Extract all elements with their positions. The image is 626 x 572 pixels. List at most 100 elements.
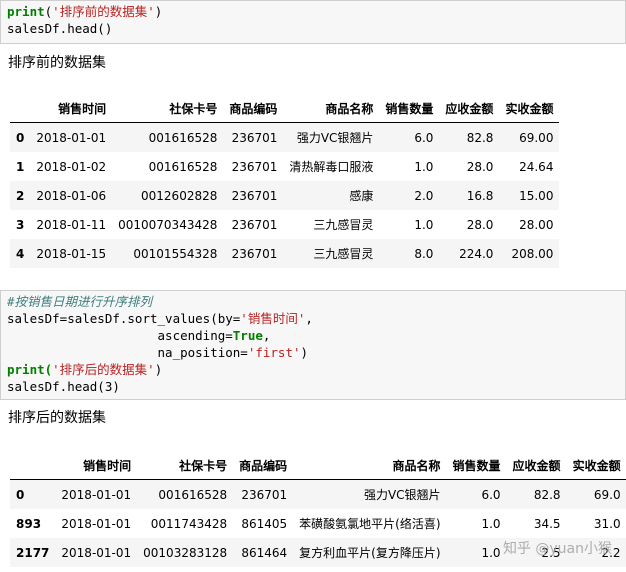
table-cell: 82.8 xyxy=(466,130,494,145)
table-cell: 69.00 xyxy=(519,130,554,145)
table-cell: 苯磺酸氨氯地平片(络活喜) xyxy=(299,517,441,531)
watermark: 知乎 @yuan小猴 xyxy=(502,541,612,557)
code-cell-2[interactable]: #按销售日期进行升序排列 salesDf=salesDf.sort_values… xyxy=(0,290,626,400)
table-row: 1 2018-01-02 001616528 236701 清热解毒口服液 1.0 28.0… xyxy=(10,152,559,181)
row-index: 2 xyxy=(16,188,25,203)
table-row: 0 2018-01-01 001616528 236701 强力VC银翘片 6.0 82.8… xyxy=(10,479,626,509)
table-cell: 1.0 xyxy=(414,159,434,174)
column-header: 应收金额 xyxy=(506,451,567,480)
table-cell: 6.0 xyxy=(481,487,501,502)
table-cell: 1.0 xyxy=(414,217,434,232)
code-string: '排序前的数据集' xyxy=(52,4,155,19)
column-header: 社保卡号 xyxy=(137,451,234,480)
table-cell: 69.0 xyxy=(593,487,621,502)
table-cell: 236701 xyxy=(231,130,278,145)
table-row: 3 2018-01-11 0010070343428 236701 三九感冒灵 1.0 28… xyxy=(10,210,559,239)
column-header: 销售时间 xyxy=(55,451,138,480)
table-cell: 208.00 xyxy=(511,246,554,261)
table-cell: 2018-01-02 xyxy=(36,159,107,174)
row-index: 4 xyxy=(16,246,25,261)
table-cell: 00101554328 xyxy=(133,246,218,261)
table-cell: 31.0 xyxy=(593,516,621,531)
table-cell: 28.0 xyxy=(466,159,494,174)
table-header-row: 销售时间 社保卡号 商品编码 商品名称 销售数量 应收金额 实收金额 xyxy=(10,451,626,480)
row-index: 2177 xyxy=(16,545,50,560)
column-header: 销售时间 xyxy=(30,94,113,123)
table-cell: 34.5 xyxy=(533,516,561,531)
row-index: 1 xyxy=(16,159,25,174)
table-cell: 2018-01-11 xyxy=(36,217,107,232)
table-cell: 8.0 xyxy=(414,246,434,261)
row-index: 0 xyxy=(16,487,25,502)
code-line: na_position='first') xyxy=(7,345,309,360)
table-cell: 28.00 xyxy=(519,217,554,232)
output-label-1: 排序前的数据集 xyxy=(8,55,106,71)
table-cell: 2018-01-01 xyxy=(36,130,107,145)
table-cell: 2018-01-01 xyxy=(61,487,132,502)
column-header: 商品编码 xyxy=(223,94,284,123)
code-line: print('排序前的数据集') xyxy=(7,4,162,19)
table-cell: 2018-01-01 xyxy=(61,516,132,531)
table-cell: 6.0 xyxy=(414,130,434,145)
row-index: 3 xyxy=(16,217,25,232)
code-cell-1[interactable]: print('排序前的数据集') salesDf.head() xyxy=(0,0,626,44)
column-header: 应收金额 xyxy=(439,94,500,123)
table-cell: 16.8 xyxy=(466,188,494,203)
column-header: 商品名称 xyxy=(293,451,447,480)
table-cell: 1.0 xyxy=(481,516,501,531)
table-cell: 三九感冒灵 xyxy=(313,247,374,261)
column-header xyxy=(10,94,31,123)
table-cell: 001616528 xyxy=(148,159,218,174)
table-cell: 236701 xyxy=(231,188,278,203)
table-row: 0 2018-01-01 001616528 236701 强力VC银翘片 6.0 82.8… xyxy=(10,122,560,152)
row-index: 893 xyxy=(16,516,42,531)
column-header: 销售数量 xyxy=(446,451,507,480)
table-cell: 三九感冒灵 xyxy=(313,218,374,232)
table-cell: 2018-01-01 xyxy=(61,545,132,560)
column-header: 实收金额 xyxy=(566,451,626,480)
table-cell: 0012602828 xyxy=(141,188,218,203)
output-label-2: 排序后的数据集 xyxy=(8,410,106,426)
table-cell: 236701 xyxy=(231,217,278,232)
table-cell: 0011743428 xyxy=(150,516,228,531)
table-cell: 861464 xyxy=(241,545,288,560)
code-line: print('排序后的数据集') xyxy=(7,362,163,377)
table-header-row: 销售时间 社保卡号 商品编码 商品名称 销售数量 应收金额 实收金额 xyxy=(10,94,560,123)
code-token: ) xyxy=(154,4,163,19)
table-row: 4 2018-01-15 00101554328 236701 三九感冒灵 8.0 224.… xyxy=(10,239,560,268)
table-cell: 861405 xyxy=(241,516,288,531)
table-cell: 复方利血平片(复方降压片) xyxy=(299,546,441,560)
table-cell: 2018-01-15 xyxy=(36,246,107,261)
table-cell: 1.0 xyxy=(481,545,501,560)
table-cell: 强力VC银翘片 xyxy=(296,131,374,145)
table-cell: 强力VC银翘片 xyxy=(363,488,441,502)
table-cell: 28.0 xyxy=(466,217,494,232)
table-cell: 82.8 xyxy=(533,487,561,502)
table-cell: 001616528 xyxy=(148,130,218,145)
table-row: 2 2018-01-06 0012602828 236701 感康 2.0 16.8 15.0… xyxy=(10,181,560,210)
table-cell: 2.0 xyxy=(414,188,434,203)
column-header: 实收金额 xyxy=(499,94,560,123)
table-cell: 感康 xyxy=(349,189,374,203)
code-line: salesDf.head(3) xyxy=(7,379,120,394)
table-cell: 236701 xyxy=(231,159,278,174)
column-header: 商品名称 xyxy=(283,94,380,123)
table-cell: 清热解毒口服液 xyxy=(289,160,374,174)
table-cell: 236701 xyxy=(231,246,278,261)
table-cell: 24.64 xyxy=(519,159,554,174)
table-cell: 00103283128 xyxy=(143,545,228,560)
table-cell: 001616528 xyxy=(158,487,228,502)
table-cell: 15.00 xyxy=(519,188,554,203)
code-line: ascending=True, xyxy=(7,328,271,343)
table-cell: 2018-01-06 xyxy=(36,188,107,203)
table-cell: 0010070343428 xyxy=(118,217,218,232)
table-row: 893 2018-01-01 0011743428 861405 苯磺酸氨氯地平片(络活… xyxy=(10,509,626,538)
column-header: 社保卡号 xyxy=(112,94,224,123)
row-index: 0 xyxy=(16,130,25,145)
code-line: salesDf=salesDf.sort_values(by='销售时间', xyxy=(7,311,313,326)
column-header: 销售数量 xyxy=(379,94,440,123)
table-cell: 236701 xyxy=(241,487,288,502)
code-line: salesDf.head() xyxy=(7,21,113,36)
column-header xyxy=(10,451,56,480)
code-comment: #按销售日期进行升序排列 xyxy=(7,294,153,309)
